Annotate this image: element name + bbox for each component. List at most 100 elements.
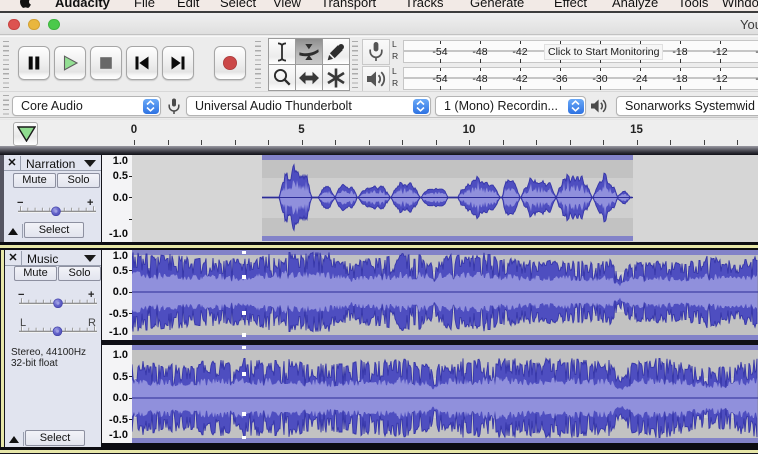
timeline-tick [436, 140, 437, 145]
clip-split-dot [242, 333, 246, 337]
solo-button[interactable]: Solo [58, 266, 101, 281]
narration-wave-area[interactable] [132, 155, 758, 242]
skip-to-start-button[interactable] [126, 46, 158, 80]
mute-button[interactable]: Mute [13, 173, 56, 188]
pause-button[interactable] [18, 46, 50, 80]
recording-meter[interactable]: LR-54-48-42-36-30-24-18-12-6Click to Sta… [392, 39, 758, 65]
meter-tick [680, 41, 681, 45]
playback-meter[interactable]: LR-54-48-42-36-30-24-18-12-6 [392, 66, 758, 92]
play-button[interactable] [54, 46, 86, 80]
music-vertical-ruler-right[interactable]: 1.00.50.0-0.5-1.0 [101, 345, 132, 443]
menu-item-generate[interactable]: Generate [470, 0, 524, 10]
meter-tick [480, 86, 481, 90]
transport-toolbar-grip[interactable] [3, 41, 9, 89]
playback-meter-bar-l [403, 67, 758, 79]
track-close-button[interactable]: ✕ [4, 156, 21, 171]
solo-button[interactable]: Solo [57, 173, 100, 188]
menu-item-select[interactable]: Select [220, 0, 256, 10]
select-track-button[interactable]: Select [25, 430, 85, 446]
draw-tool-button[interactable] [322, 38, 350, 65]
vertical-scale-label: 1.0 [113, 155, 128, 167]
track-area: ✕NarrationMuteSolo−+Select1.00.50.0-1.0 … [0, 155, 758, 454]
vertical-scale-label: 1.0 [113, 349, 128, 361]
meter-db-label: -42 [512, 73, 527, 85]
apple-menu-icon[interactable] [20, 0, 32, 11]
timeline-label: 10 [463, 124, 476, 136]
meter-db-label: -24 [632, 73, 647, 85]
track-menu-caret-icon[interactable] [84, 160, 96, 167]
menu-item-file[interactable]: File [134, 0, 155, 10]
timeline-tick [536, 140, 537, 145]
narration-vertical-ruler[interactable]: 1.00.50.0-1.0 [101, 155, 132, 242]
waveform [262, 155, 633, 241]
envelope-tool-button[interactable] [295, 38, 323, 65]
timeline-tick [201, 140, 202, 145]
clip-split-dot [242, 251, 246, 255]
playback-meter-bar-r [403, 78, 758, 90]
skip-to-end-button[interactable] [162, 46, 194, 80]
menu-item-effect[interactable]: Effect [554, 0, 587, 10]
zoom-tool-button[interactable] [268, 64, 296, 91]
pan-slider[interactable] [19, 322, 97, 336]
timeline-ruler[interactable]: 051015 [0, 119, 758, 146]
menu-item-view[interactable]: View [273, 0, 301, 10]
music-clip-left[interactable] [132, 250, 758, 340]
meter-tick [440, 86, 441, 90]
stop-button[interactable] [90, 46, 122, 80]
window-title: You [740, 17, 758, 32]
gain-slider[interactable] [18, 202, 96, 216]
track-menu-caret-icon[interactable] [84, 255, 96, 262]
playback-device-select[interactable]: Sonarworks Systemwid [616, 96, 758, 116]
recording-device-stepper [413, 99, 429, 114]
track-close-button[interactable]: ✕ [5, 251, 22, 266]
close-traffic-light[interactable] [8, 19, 20, 31]
record-meter-mic-button[interactable] [362, 39, 390, 65]
pinned-play-head-button[interactable] [13, 122, 38, 146]
gain-slider[interactable] [19, 294, 97, 308]
waveform [132, 250, 758, 340]
playback-meter-channel-label-r: R [392, 78, 402, 90]
menu-item-tools[interactable]: Tools [678, 0, 708, 10]
menu-item-window[interactable]: Window [722, 0, 758, 10]
selection-tool-button[interactable] [268, 38, 296, 65]
vertical-scale-label: 1.0 [113, 250, 128, 262]
track-name-label: Music [27, 252, 58, 266]
music-wave-area-left[interactable] [132, 250, 758, 340]
mute-button[interactable]: Mute [14, 266, 57, 281]
menu-item-edit[interactable]: Edit [177, 0, 199, 10]
narration-clip[interactable] [262, 155, 633, 241]
zoom-traffic-light[interactable] [48, 19, 60, 31]
clip-split-dot [242, 275, 246, 279]
music-vertical-ruler-left[interactable]: 1.00.50.0-0.5-1.0 [101, 250, 132, 340]
tools-toolbar-grip[interactable] [255, 41, 261, 89]
window-title-bar: You [0, 13, 758, 36]
record-button[interactable] [214, 46, 246, 80]
recording-device-select[interactable]: Universal Audio Thunderbolt [186, 96, 431, 116]
meter-tick [440, 59, 441, 63]
music-wave-area-right[interactable] [132, 345, 758, 443]
menu-item-transport[interactable]: Transport [321, 0, 376, 10]
multi-tool-button[interactable] [322, 64, 350, 91]
minimize-traffic-light[interactable] [28, 19, 40, 31]
meter-tick [720, 86, 721, 90]
play-meter-speaker-button[interactable] [362, 66, 390, 92]
menu-item-audacity[interactable]: Audacity [55, 0, 110, 10]
monitoring-overlay[interactable]: Click to Start Monitoring [544, 44, 663, 60]
device-toolbar-grip[interactable] [3, 95, 9, 116]
meter-db-label: -54 [432, 46, 447, 58]
audio-host-select[interactable]: Core Audio [12, 96, 161, 116]
timeline-tick [603, 140, 604, 145]
recording-meter-channel-label-l: L [392, 39, 402, 51]
menu-item-analyze[interactable]: Analyze [612, 0, 658, 10]
time-shift-tool-button[interactable] [295, 64, 323, 91]
meter-db-label: -54 [432, 73, 447, 85]
meter-toolbar-grip[interactable] [352, 41, 358, 89]
timeline-tick [670, 140, 671, 145]
music-clip-right[interactable] [132, 345, 758, 443]
recording-channels-select[interactable]: 1 (Mono) Recordin... [435, 96, 586, 116]
collapse-track-button[interactable] [5, 224, 23, 238]
menu-item-tracks[interactable]: Tracks [405, 0, 444, 10]
select-track-button[interactable]: Select [24, 222, 84, 238]
timeline-label: 5 [298, 124, 304, 136]
collapse-track-button[interactable] [6, 432, 24, 446]
